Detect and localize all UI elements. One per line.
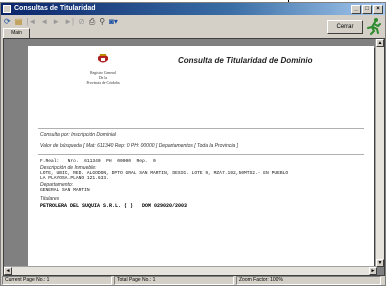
export-icon[interactable]: ▤ (15, 17, 23, 27)
department-value: GENERAL SAN MARTIN (40, 188, 90, 193)
refresh-icon[interactable]: ⟳ (4, 17, 11, 27)
property-description: LOTE, UBIC, RED. ALGODON, DPTO GRAL SAN … (40, 171, 289, 182)
owners-label: Titulares (40, 196, 60, 202)
last-page-icon[interactable]: ►| (64, 17, 74, 27)
scroll-right-icon[interactable]: ► (369, 267, 377, 275)
current-page-status: Current Page No.: 1 (2, 276, 112, 285)
zoom-status: Zoom Factor: 100% (236, 276, 381, 285)
search-icon[interactable]: ⚲ (99, 17, 105, 27)
vertical-scrollbar[interactable]: ▲ ▼ (375, 39, 384, 267)
horizontal-scrollbar[interactable]: ◄ ► (4, 266, 377, 275)
app-icon (3, 5, 11, 13)
query-type: Consulta por: Inscripción Dominial (40, 132, 116, 138)
first-page-icon[interactable]: |◄ (26, 17, 36, 27)
coat-of-arms-icon (98, 54, 108, 63)
report-title: Consulta de Titularidad de Dominio (178, 56, 313, 65)
zoom-icon[interactable]: ◙▾ (109, 17, 118, 27)
report-page: Registro General De la Provincia de Córd… (28, 46, 374, 274)
next-page-icon[interactable]: ► (52, 17, 60, 27)
status-bar: Current Page No.: 1 Total Page No.: 1 Zo… (1, 276, 385, 285)
owner-row: PETROLERA DEL SUQUIA S.R.L. ( ) DOM 0290… (40, 203, 188, 209)
stop-icon[interactable]: ⊘ (78, 17, 85, 27)
window-title: Consultas de Titularidad (14, 5, 96, 12)
close-icon[interactable]: × (373, 4, 383, 14)
title-bar[interactable]: Consultas de Titularidad _ □ × (1, 3, 385, 15)
minimize-icon[interactable]: _ (351, 4, 361, 14)
registry-logo: Registro General De la Provincia de Córd… (83, 51, 123, 85)
tab-main-report[interactable]: Main Report (3, 28, 30, 45)
search-value: Valor de búsqueda [ Mat: 611340 Rep: 0 P… (40, 143, 238, 149)
exit-runner-icon[interactable] (365, 17, 383, 35)
divider-top (38, 128, 364, 129)
maximize-icon[interactable]: □ (362, 4, 372, 14)
registry-line: F.Real: Nro. 611340 PH 00000 Rep. 0 (40, 159, 156, 164)
window-controls: _ □ × (351, 4, 383, 14)
total-pages-status: Total Page No.: 1 (114, 276, 234, 285)
report-viewer: Registro General De la Provincia de Córd… (3, 38, 385, 276)
close-button[interactable]: Cerrar (327, 20, 363, 34)
print-icon[interactable]: ⎙ (89, 17, 95, 27)
scroll-left-icon[interactable]: ◄ (4, 267, 12, 275)
logo-line-3: Provincia de Córdoba (86, 80, 120, 85)
scroll-down-icon[interactable]: ▼ (376, 259, 384, 267)
scroll-up-icon[interactable]: ▲ (376, 39, 384, 47)
report-window: Consultas de Titularidad _ □ × ⟳ ▤ |◄ ◄ … (0, 2, 386, 286)
divider-bottom (38, 154, 364, 155)
previous-page-icon[interactable]: ◄ (40, 17, 48, 27)
